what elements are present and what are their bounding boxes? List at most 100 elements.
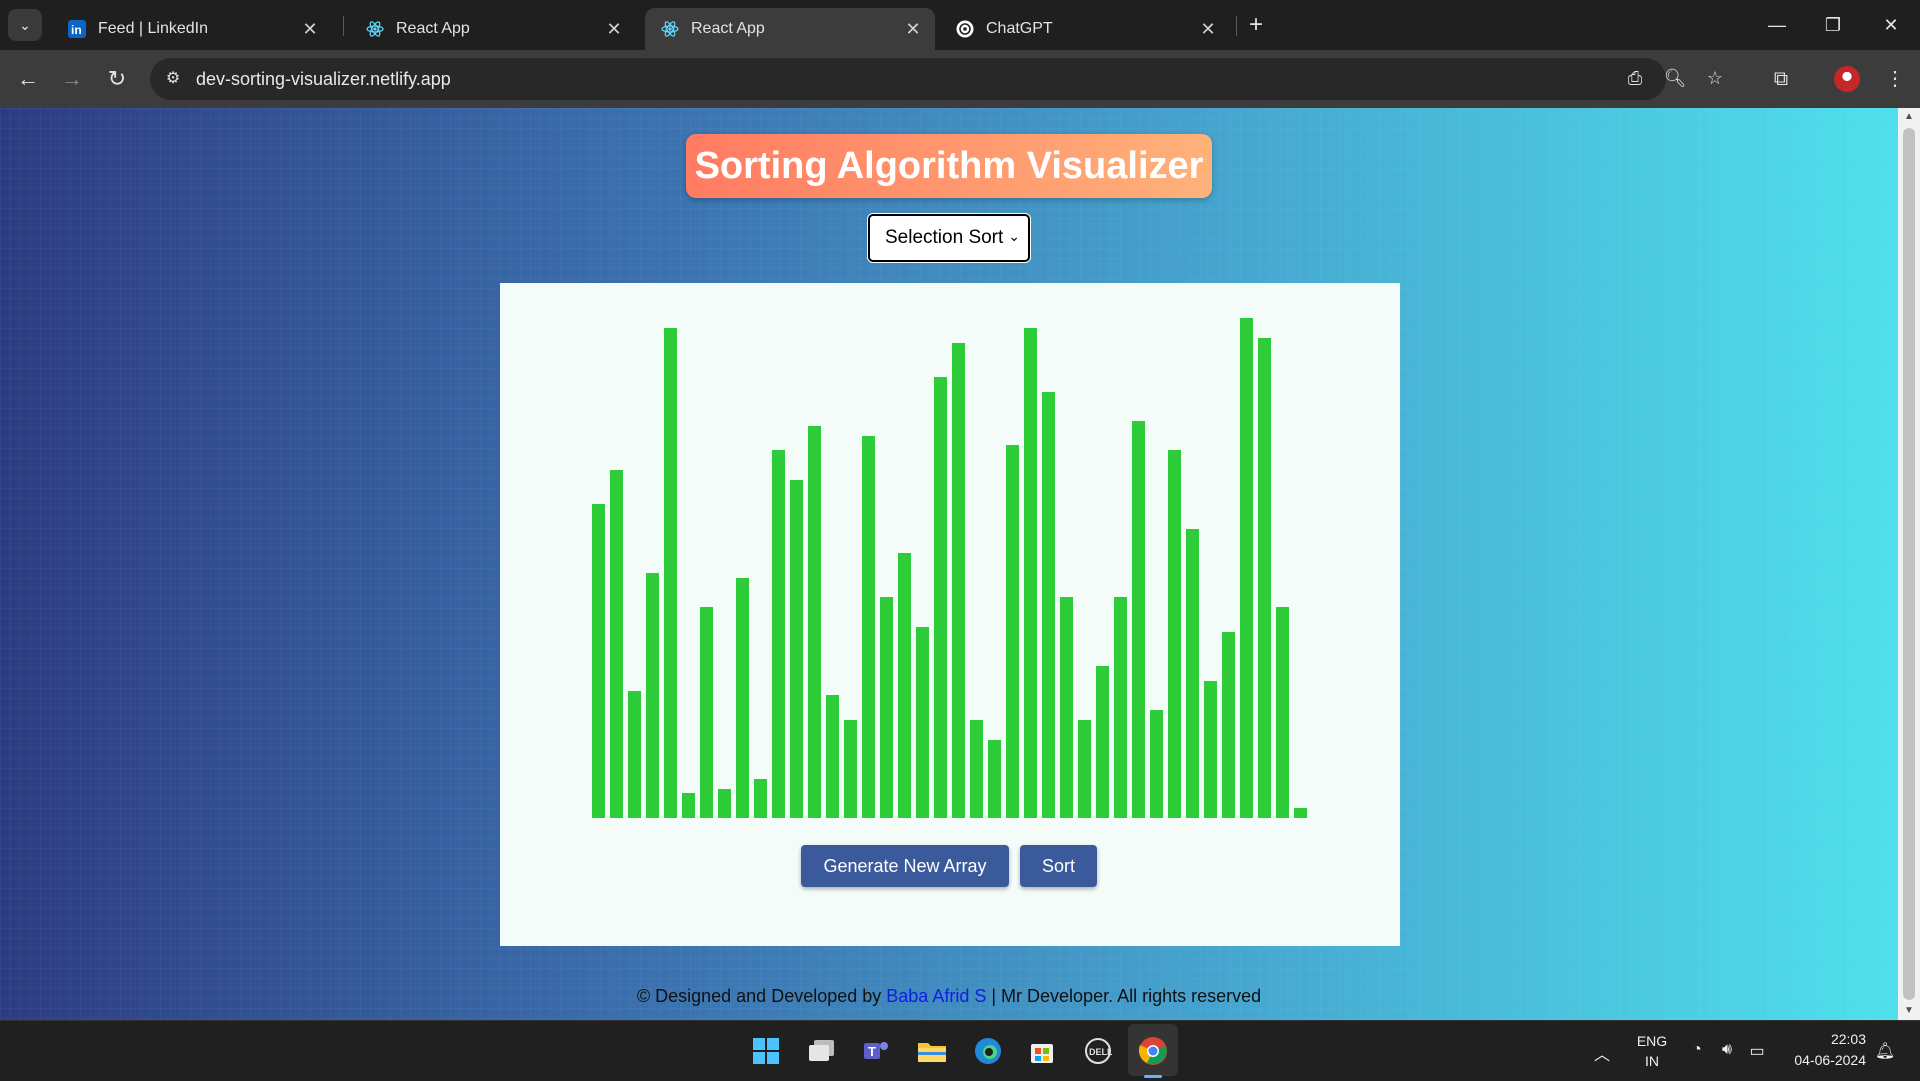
array-bar: [862, 436, 875, 818]
tab-title: Feed | LinkedIn: [98, 20, 209, 37]
windows-taskbar: T DELL ︿ ENG IN ◔ 🔊︎ ▭ 22:03 04-06-2024 …: [0, 1020, 1920, 1081]
scroll-thumb[interactable]: [1903, 128, 1915, 1000]
extensions-icon[interactable]: ⧉: [1766, 64, 1796, 94]
volume-icon[interactable]: 🔊︎: [1716, 1041, 1738, 1059]
dell-icon[interactable]: DELL: [1080, 1033, 1116, 1069]
tab-chatgpt[interactable]: ChatGPT ✕: [940, 8, 1230, 50]
reload-button[interactable]: ↻: [101, 63, 133, 95]
array-bar: [1042, 392, 1055, 818]
array-bar: [1096, 666, 1109, 818]
array-bar: [1204, 681, 1217, 818]
array-bar: [934, 377, 947, 818]
tab-separator: [1236, 16, 1237, 36]
array-bar: [1276, 607, 1289, 818]
array-bar: [628, 691, 641, 818]
close-icon[interactable]: ✕: [1196, 19, 1220, 40]
scroll-down-arrow-icon[interactable]: ▼: [1898, 1002, 1920, 1020]
array-bar: [736, 578, 749, 818]
notification-bell-icon[interactable]: 🔔︎: [1874, 1041, 1896, 1061]
array-bar: [754, 779, 767, 818]
footer-suffix: | Mr Developer. All rights reserved: [986, 986, 1262, 1006]
array-bar: [952, 343, 965, 818]
array-bar: [808, 426, 821, 818]
array-bar: [1294, 808, 1307, 818]
array-bar: [1168, 450, 1181, 818]
install-app-icon[interactable]: ⎙: [1622, 68, 1648, 92]
minimize-button[interactable]: —: [1754, 10, 1800, 40]
chrome-icon[interactable]: [1135, 1033, 1171, 1069]
language-label[interactable]: ENG: [1632, 1033, 1672, 1049]
forward-button[interactable]: →: [56, 63, 88, 95]
chevron-down-icon: ⌄: [19, 16, 31, 33]
profile-avatar[interactable]: [1834, 66, 1860, 92]
svg-text:DELL: DELL: [1089, 1047, 1112, 1057]
restore-button[interactable]: ❐: [1810, 10, 1856, 40]
react-icon: [366, 20, 384, 38]
wifi-icon[interactable]: ◔: [1686, 1041, 1708, 1059]
tab-linkedin[interactable]: in Feed | LinkedIn ✕: [52, 8, 332, 50]
tab-title: ChatGPT: [986, 20, 1053, 37]
array-bar: [988, 740, 1001, 818]
browser-tab-bar: ⌄ in Feed | LinkedIn ✕ React App ✕ React…: [0, 0, 1920, 50]
array-bar: [1006, 445, 1019, 818]
svg-text:in: in: [71, 23, 82, 37]
teams-icon[interactable]: T: [858, 1033, 894, 1069]
footer-credits: © Designed and Developed by Baba Afrid S…: [0, 986, 1898, 1007]
file-explorer-icon[interactable]: [914, 1033, 950, 1069]
array-bar: [1222, 632, 1235, 818]
bar-chart: [592, 293, 1312, 818]
array-bar: [1258, 338, 1271, 818]
array-bar: [1186, 529, 1199, 818]
microsoft-store-icon[interactable]: [1024, 1033, 1060, 1069]
chevron-up-icon[interactable]: ︿: [1591, 1041, 1613, 1065]
clock-time[interactable]: 22:03: [1776, 1031, 1866, 1047]
algorithm-select[interactable]: Selection Sort ⌄: [868, 214, 1030, 262]
tab-react-app-active[interactable]: React App ✕: [645, 8, 935, 50]
react-icon: [661, 20, 679, 38]
array-bar: [1240, 318, 1253, 818]
clock-date[interactable]: 04-06-2024: [1776, 1052, 1866, 1068]
close-icon[interactable]: ✕: [298, 19, 322, 40]
region-label[interactable]: IN: [1632, 1053, 1672, 1069]
author-link[interactable]: Baba Afrid S: [886, 986, 986, 1006]
array-bar: [916, 627, 929, 818]
array-bar: [970, 720, 983, 818]
windows-start-icon[interactable]: [748, 1033, 784, 1069]
scroll-up-arrow-icon[interactable]: ▲: [1898, 108, 1920, 126]
menu-kebab-icon[interactable]: ⋮: [1880, 64, 1910, 94]
array-bar: [1114, 597, 1127, 818]
sort-button[interactable]: Sort: [1020, 845, 1097, 887]
array-bar: [610, 470, 623, 818]
back-button[interactable]: ←: [12, 63, 44, 95]
array-bar: [592, 504, 605, 818]
new-tab-button[interactable]: +: [1242, 12, 1270, 40]
close-icon[interactable]: ✕: [602, 19, 626, 40]
algorithm-select-value: Selection Sort: [885, 227, 1004, 248]
array-bar: [1150, 710, 1163, 818]
array-bar: [646, 573, 659, 818]
array-bar: [790, 480, 803, 818]
chatgpt-icon: [956, 20, 974, 38]
zoom-icon[interactable]: 🔍︎: [1662, 68, 1688, 92]
array-bar: [1024, 328, 1037, 818]
array-bar: [700, 607, 713, 818]
tab-search-button[interactable]: ⌄: [8, 9, 42, 41]
array-bar: [898, 553, 911, 818]
task-view-icon[interactable]: [804, 1033, 840, 1069]
tab-title: React App: [396, 20, 470, 37]
battery-icon[interactable]: ▭: [1746, 1041, 1768, 1061]
bookmark-star-icon[interactable]: ☆: [1702, 68, 1728, 92]
edge-browser-icon[interactable]: [970, 1033, 1006, 1069]
array-bar: [826, 695, 839, 818]
generate-new-array-button[interactable]: Generate New Array: [801, 845, 1009, 887]
url-text: dev-sorting-visualizer.netlify.app: [196, 69, 451, 89]
close-icon[interactable]: ✕: [901, 19, 925, 40]
address-bar[interactable]: ⚙ dev-sorting-visualizer.netlify.app ⎙ 🔍…: [150, 58, 1723, 100]
linkedin-icon: in: [68, 20, 86, 38]
array-bar: [844, 720, 857, 818]
page-scrollbar[interactable]: ▲ ▼: [1898, 108, 1920, 1020]
active-app-indicator: [1144, 1075, 1162, 1078]
close-window-button[interactable]: ✕: [1868, 10, 1914, 40]
site-settings-icon[interactable]: ⚙: [162, 68, 184, 90]
tab-react-app-1[interactable]: React App ✕: [350, 8, 636, 50]
